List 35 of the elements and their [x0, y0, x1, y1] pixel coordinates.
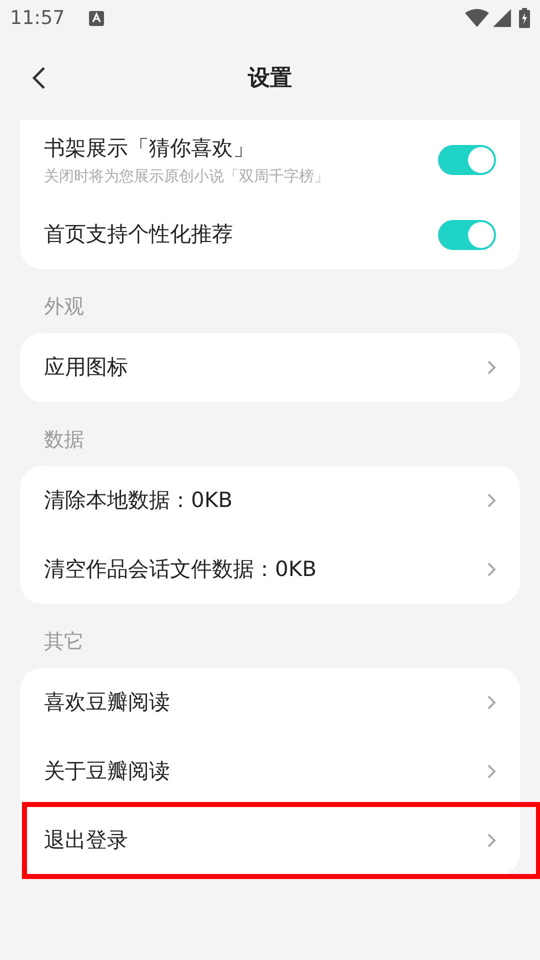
row-subtitle: 关闭时将为您展示原创小说「双周千字榜」 [44, 166, 329, 186]
chevron-icon [487, 764, 496, 779]
page-title: 设置 [248, 64, 292, 92]
section-title: 外观 [43, 293, 85, 320]
wifi-icon [465, 9, 489, 27]
row-label: 书架展示「猜你喜欢」 [44, 135, 255, 162]
row-label: 关于豆瓣阅读 [44, 758, 170, 785]
settings-row[interactable]: 首页支持个性化推荐 [20, 200, 520, 269]
row-label: 首页支持个性化推荐 [44, 220, 233, 248]
back-icon[interactable] [32, 66, 46, 90]
chevron-icon [487, 833, 496, 848]
row-label: 喜欢豆瓣阅读 [44, 688, 170, 716]
chevron-icon [487, 360, 496, 375]
toggle-switch[interactable] [438, 220, 496, 250]
row-label: 退出登录 [44, 826, 128, 854]
row-label: 应用图标 [44, 354, 128, 381]
settings-row[interactable]: 书架展示「猜你喜欢」 关闭时将为您展示原创小说「双周千字榜」 [20, 120, 520, 200]
section-title: 数据 [43, 426, 85, 453]
settings-row[interactable]: 清除本地数据：0KB [20, 466, 520, 535]
clock: 11:57 [10, 6, 65, 31]
battery-icon [519, 8, 530, 28]
keyboard-icon [88, 10, 104, 26]
row-label: 清空作品会话文件数据：0KB [44, 556, 317, 583]
settings-row[interactable]: 退出登录 [26, 806, 537, 875]
settings-row[interactable]: 清空作品会话文件数据：0KB [20, 535, 520, 604]
toggle-switch[interactable] [438, 145, 496, 175]
signal-icon [493, 9, 511, 27]
section-title: 其它 [43, 628, 85, 655]
settings-row[interactable]: 关于豆瓣阅读 [20, 737, 520, 806]
chevron-icon [487, 562, 496, 577]
chevron-icon [487, 493, 496, 508]
row-label: 清除本地数据：0KB [44, 486, 233, 514]
settings-row[interactable]: 喜欢豆瓣阅读 [20, 668, 520, 737]
chevron-icon [487, 695, 496, 710]
settings-row[interactable]: 应用图标 [20, 333, 520, 402]
